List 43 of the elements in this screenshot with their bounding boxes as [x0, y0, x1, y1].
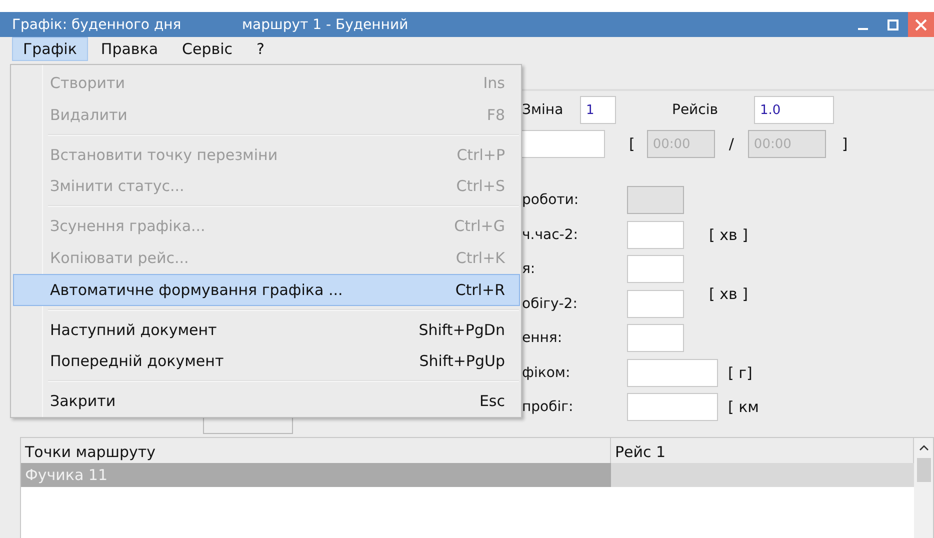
close-icon — [915, 18, 927, 30]
field-label: ч.час-2: — [521, 226, 579, 243]
field-label: фіком: — [521, 364, 572, 381]
unit-label: [ км — [728, 398, 759, 416]
input-field[interactable] — [627, 255, 684, 284]
window-title: Графік: буденного дня — [11, 16, 182, 32]
close-button[interactable] — [908, 12, 934, 37]
table-cell: Фучика 11 — [21, 462, 611, 486]
bracket: ] — [842, 135, 848, 153]
input-field[interactable]: 1 — [580, 96, 616, 124]
unit-label: [ хв ] — [709, 226, 748, 244]
input-field[interactable] — [627, 393, 718, 422]
window-subtitle: маршрут 1 - Буденний — [241, 16, 408, 32]
scroll-up-icon[interactable] — [918, 444, 928, 452]
separator: / — [728, 135, 734, 153]
menu-item[interactable]: Графік — [12, 37, 88, 61]
menu-item[interactable]: Попередній документ Shift+PgUp — [13, 345, 520, 378]
field-label: роботи: — [521, 192, 580, 208]
input-field[interactable] — [627, 290, 684, 318]
menu-item[interactable]: Наступний документ Shift+PgDn — [13, 314, 520, 346]
menu-item[interactable]: Автоматичне формування графіка ... Ctrl+R — [13, 274, 520, 306]
menu-item[interactable]: Сервіс — [171, 37, 244, 61]
unit-label: [ г] — [728, 364, 752, 382]
scrollbar[interactable] — [914, 438, 933, 538]
unit-label: [ хв ] — [709, 284, 748, 303]
menu-item[interactable]: ? — [246, 37, 276, 61]
input-field[interactable] — [627, 324, 684, 352]
maximize-icon — [887, 18, 899, 30]
field-label: Зміна — [521, 102, 564, 118]
input-field[interactable] — [627, 358, 718, 387]
field-label: обігу-2: — [521, 296, 578, 312]
field-label: ення: — [521, 330, 564, 346]
bracket: [ — [629, 135, 635, 153]
field-label: я: — [521, 261, 536, 278]
minimize-icon — [858, 28, 868, 30]
input-field[interactable] — [627, 220, 684, 249]
scroll-thumb[interactable] — [916, 458, 930, 482]
menu-item[interactable]: Закрити Esc — [13, 385, 520, 417]
field-label: пробіг: — [521, 399, 574, 416]
input-field[interactable] — [520, 130, 605, 158]
input-field[interactable]: 1.0 — [754, 96, 834, 124]
field-label: Рейсів — [672, 102, 719, 118]
menu-item[interactable]: Правка — [90, 37, 170, 61]
